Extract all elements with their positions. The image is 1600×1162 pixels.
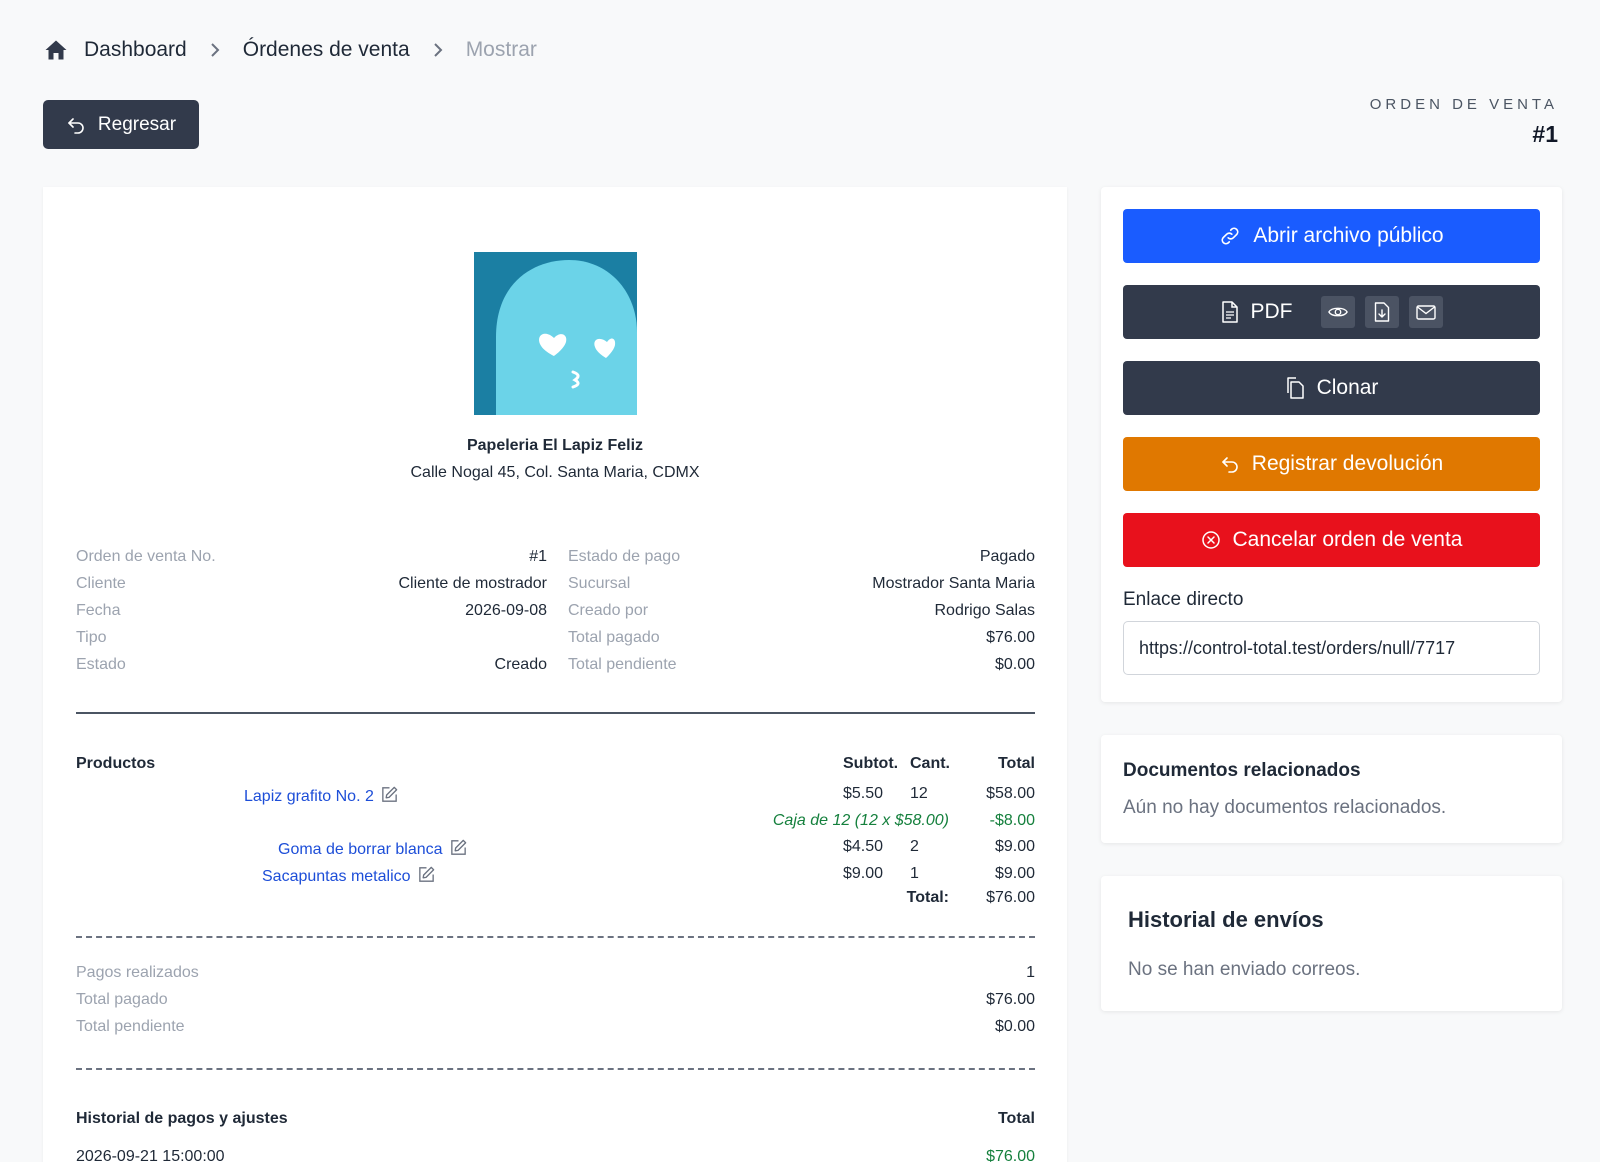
- chevron-right-icon: [432, 41, 444, 59]
- summary-total-paid-value: $76.00: [986, 991, 1035, 1008]
- row-subtotal: $4.50: [843, 838, 884, 855]
- breadcrumb-current: Mostrar: [465, 38, 537, 61]
- info-row-payment-status: Estado de pago Pagado: [568, 548, 1035, 565]
- discount-label: Caja de 12 (12 x $58.00): [772, 812, 949, 829]
- pdf-button-group: PDF: [1123, 285, 1540, 339]
- row-qty: 1: [910, 865, 919, 882]
- table-row: Lapiz grafito No. 2: [244, 785, 399, 806]
- product-link[interactable]: Lapiz grafito No. 2: [244, 788, 374, 805]
- undo-arrow-icon: [66, 115, 86, 135]
- products-title: Productos: [76, 755, 156, 772]
- total-header: Total: [997, 755, 1035, 772]
- table-row: Sacapuntas metalico: [262, 865, 436, 886]
- home-icon[interactable]: [44, 38, 68, 62]
- payment-history-total-header: Total: [997, 1110, 1035, 1127]
- company-logo: [474, 252, 637, 415]
- pdf-file-icon: [1221, 301, 1239, 323]
- breadcrumb: Dashboard Órdenes de venta Mostrar: [44, 38, 537, 62]
- direct-link-input[interactable]: [1123, 621, 1540, 675]
- company-name: Papeleria El Lapiz Feliz: [466, 437, 644, 454]
- x-circle-icon: [1201, 530, 1221, 550]
- info-row-customer: Cliente Cliente de mostrador: [76, 575, 547, 592]
- payment-date: 2026-09-21 15:00:00: [76, 1148, 225, 1162]
- product-link[interactable]: Goma de borrar blanca: [278, 841, 443, 858]
- sales-order-document: Papeleria El Lapiz Feliz Calle Nogal 45,…: [43, 187, 1067, 1162]
- info-row-date: Fecha 2026-09-08: [76, 602, 547, 619]
- row-total: $9.00: [994, 865, 1035, 882]
- divider: [76, 1068, 1035, 1070]
- order-info-left: Orden de venta No. #1 Cliente Cliente de m…: [76, 548, 547, 683]
- discount-value: -$8.00: [989, 812, 1035, 829]
- payment-history-title: Historial de pagos y ajustes: [76, 1110, 288, 1127]
- row-total: $9.00: [994, 838, 1035, 855]
- edit-icon[interactable]: [449, 838, 468, 857]
- related-documents-empty: Aún no hay documentos relacionados.: [1123, 797, 1447, 818]
- row-total: $58.00: [986, 785, 1035, 802]
- pdf-label[interactable]: PDF: [1251, 300, 1293, 324]
- download-file-icon[interactable]: [1364, 296, 1399, 328]
- summary-total-paid-label: Total pagado: [76, 991, 168, 1008]
- product-link[interactable]: Sacapuntas metalico: [262, 868, 411, 885]
- info-row-order-no: Orden de venta No. #1: [76, 548, 547, 565]
- products-total-label: Total:: [906, 889, 949, 906]
- info-row-type: Tipo: [76, 629, 107, 646]
- edit-icon[interactable]: [380, 785, 399, 804]
- order-header: ORDEN DE VENTA #1: [1370, 96, 1558, 148]
- undo-arrow-icon: [1220, 454, 1240, 474]
- edit-icon[interactable]: [417, 865, 436, 884]
- divider: [76, 936, 1035, 938]
- shipping-history-panel: Historial de envíos No se han enviado co…: [1101, 876, 1562, 1011]
- products-total-value: $76.00: [986, 889, 1035, 906]
- direct-link-label: Enlace directo: [1123, 589, 1244, 610]
- actions-panel: Abrir archivo público PDF Clonar Registr…: [1101, 187, 1562, 702]
- back-button[interactable]: Regresar: [43, 100, 199, 149]
- link-icon: [1219, 225, 1241, 247]
- order-header-label: ORDEN DE VENTA: [1369, 96, 1558, 113]
- copy-icon: [1285, 377, 1305, 399]
- payments-count-value: 1: [1026, 964, 1035, 981]
- info-row-branch: Sucursal Mostrador Santa Maria: [568, 575, 1035, 592]
- related-documents-title: Documentos relacionados: [1123, 760, 1361, 781]
- order-number: #1: [1532, 121, 1558, 147]
- summary-total-pending-value: $0.00: [994, 1018, 1035, 1035]
- related-documents-panel: Documentos relacionados Aún no hay docum…: [1101, 735, 1562, 843]
- row-subtotal: $5.50: [843, 785, 884, 802]
- info-row-total-pending: Total pendiente $0.00: [568, 656, 1035, 673]
- open-public-file-button[interactable]: Abrir archivo público: [1123, 209, 1540, 263]
- info-row-status: Estado Creado: [76, 656, 547, 673]
- cancel-order-button[interactable]: Cancelar orden de venta: [1123, 513, 1540, 567]
- back-button-label: Regresar: [97, 113, 177, 135]
- row-qty: 2: [910, 838, 919, 855]
- row-qty: 12: [910, 785, 928, 802]
- info-row-created-by: Creado por Rodrigo Salas: [568, 602, 1035, 619]
- company-address: Calle Nogal 45, Col. Santa Maria, CDMX: [410, 464, 700, 481]
- payment-amount: $76.00: [986, 1148, 1035, 1162]
- shipping-history-title: Historial de envíos: [1128, 907, 1324, 932]
- row-subtotal: $9.00: [843, 865, 884, 882]
- order-info-right: Estado de pago Pagado Sucursal Mostrador S…: [568, 548, 1035, 683]
- subtotal-header: Subtot.: [843, 755, 899, 772]
- register-return-button[interactable]: Registrar devolución: [1123, 437, 1540, 491]
- chevron-right-icon: [209, 41, 221, 59]
- mail-icon[interactable]: [1408, 296, 1443, 328]
- payments-count-label: Pagos realizados: [76, 964, 199, 981]
- info-row-total-paid: Total pagado $76.00: [568, 629, 1035, 646]
- eye-icon[interactable]: [1320, 296, 1355, 328]
- breadcrumb-dashboard[interactable]: Dashboard: [84, 38, 187, 62]
- summary-total-pending-label: Total pendiente: [76, 1018, 185, 1035]
- divider: [76, 712, 1035, 714]
- clone-button[interactable]: Clonar: [1123, 361, 1540, 415]
- shipping-history-empty: No se han enviado correos.: [1128, 959, 1361, 980]
- breadcrumb-sales-orders[interactable]: Órdenes de venta: [243, 38, 410, 62]
- table-row: Goma de borrar blanca: [278, 838, 468, 859]
